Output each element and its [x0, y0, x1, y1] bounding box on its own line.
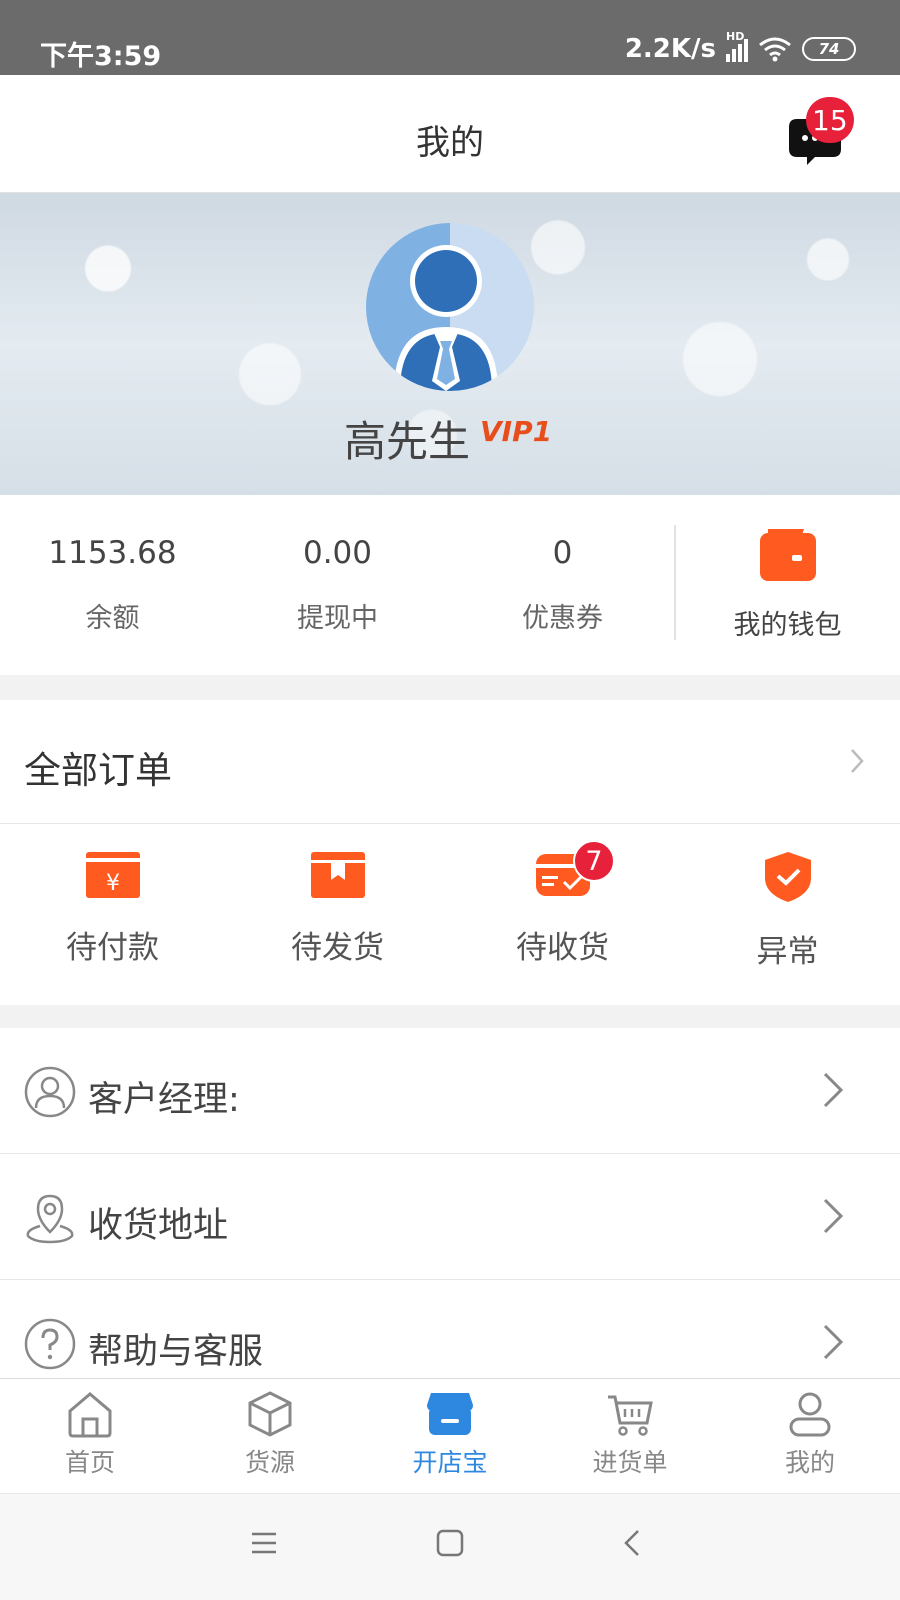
menu-account-manager[interactable]: 客户经理:: [0, 1028, 900, 1154]
system-nav-bar: [0, 1493, 900, 1600]
account-stats: 1153.68 余额 0.00 提现中 0 优惠券 我的钱包: [0, 495, 900, 675]
withdrawing-value: 0.00: [302, 535, 373, 571]
chevron-right-icon: [823, 1198, 844, 1234]
menu-label: 帮助与客服: [88, 1332, 264, 1372]
menu-label: 收货地址: [88, 1206, 229, 1246]
chevron-right-icon: [823, 1072, 844, 1108]
order-pending-payment[interactable]: ¥ 待付款: [0, 850, 225, 967]
location-pin-icon: [26, 1194, 74, 1244]
all-orders-title: 全部订单: [24, 749, 172, 792]
bottom-tab-bar: 首页 货源 开店宝 进货单 我的: [0, 1378, 900, 1493]
tab-label: 首页: [64, 1448, 115, 1477]
payment-card-icon: ¥: [85, 852, 140, 898]
user-icon: [789, 1392, 831, 1437]
tab-store[interactable]: 开店宝: [360, 1389, 540, 1479]
balance-value: 1153.68: [48, 535, 177, 571]
tab-home[interactable]: 首页: [0, 1389, 180, 1479]
orders-section: 全部订单 ¥ 待付款 待发货 待收货 7 异常: [0, 700, 900, 1005]
tab-label: 我的: [784, 1448, 835, 1477]
pending-receipt-badge: 7: [573, 840, 615, 882]
user-name: 高先生: [344, 417, 471, 466]
profile-banner: 高先生 VIP1: [0, 193, 900, 495]
withdrawing-stat[interactable]: 0.00 提现中: [225, 535, 450, 635]
page-title: 我的: [416, 123, 484, 163]
home-square-icon[interactable]: [436, 1529, 464, 1557]
status-bar: 下午3:59 2.2K/s HD 74: [0, 0, 900, 75]
order-pending-shipment[interactable]: 待发货: [225, 850, 450, 967]
order-label: 待收货: [516, 930, 609, 966]
coupon-stat[interactable]: 0 优惠券: [450, 535, 675, 635]
chevron-right-icon: [851, 749, 864, 773]
coupon-label: 优惠券: [522, 603, 603, 634]
order-label: 待付款: [66, 930, 159, 966]
help-icon: [24, 1318, 76, 1370]
message-badge: 15: [806, 97, 854, 143]
order-exception[interactable]: 异常: [675, 850, 900, 971]
tab-label: 进货单: [592, 1448, 668, 1477]
menu-icon[interactable]: [250, 1529, 278, 1557]
cart-icon: [608, 1395, 653, 1436]
package-icon: [310, 852, 365, 898]
order-label: 异常: [756, 934, 819, 970]
status-time: 下午3:59: [40, 41, 162, 72]
tab-cart[interactable]: 进货单: [540, 1389, 720, 1479]
svg-text:¥: ¥: [106, 871, 120, 896]
settings-menu: 客户经理: 收货地址 帮助与客服: [0, 1028, 900, 1406]
menu-shipping-address[interactable]: 收货地址: [0, 1154, 900, 1280]
battery-indicator: 74: [802, 37, 856, 61]
home-icon: [68, 1392, 112, 1438]
wifi-icon: [759, 37, 791, 62]
balance-stat[interactable]: 1153.68 余额: [0, 535, 225, 635]
status-indicators: 2.2K/s HD 74: [624, 30, 856, 64]
signal-hd-label: HD: [726, 30, 745, 43]
wallet-label: 我的钱包: [733, 610, 842, 641]
avatar[interactable]: [366, 223, 534, 391]
coupon-value: 0: [552, 535, 573, 571]
chevron-right-icon: [823, 1324, 844, 1360]
balance-label: 余额: [85, 603, 140, 634]
order-label: 待发货: [291, 930, 384, 966]
tab-mine[interactable]: 我的: [720, 1389, 900, 1479]
back-icon[interactable]: [620, 1529, 648, 1557]
withdrawing-label: 提现中: [297, 603, 378, 634]
shield-alert-icon: [764, 852, 811, 902]
all-orders-row[interactable]: 全部订单: [0, 700, 900, 824]
store-icon: [427, 1393, 473, 1435]
tab-sources[interactable]: 货源: [180, 1389, 360, 1479]
network-speed: 2.2K/s: [624, 34, 716, 64]
avatar-person-icon: [366, 223, 534, 391]
account-manager-icon: [24, 1066, 76, 1118]
wallet-icon: [759, 529, 816, 581]
box-icon: [248, 1391, 292, 1437]
menu-label: 客户经理:: [88, 1080, 240, 1120]
signal-icon: HD: [726, 30, 748, 62]
tab-label: 开店宝: [412, 1448, 488, 1477]
order-pending-receipt[interactable]: 待收货: [450, 850, 675, 967]
page-header: 我的 15: [0, 75, 900, 193]
my-wallet-button[interactable]: 我的钱包: [675, 525, 900, 642]
tab-label: 货源: [244, 1448, 295, 1477]
vip-badge: VIP1: [480, 415, 553, 448]
